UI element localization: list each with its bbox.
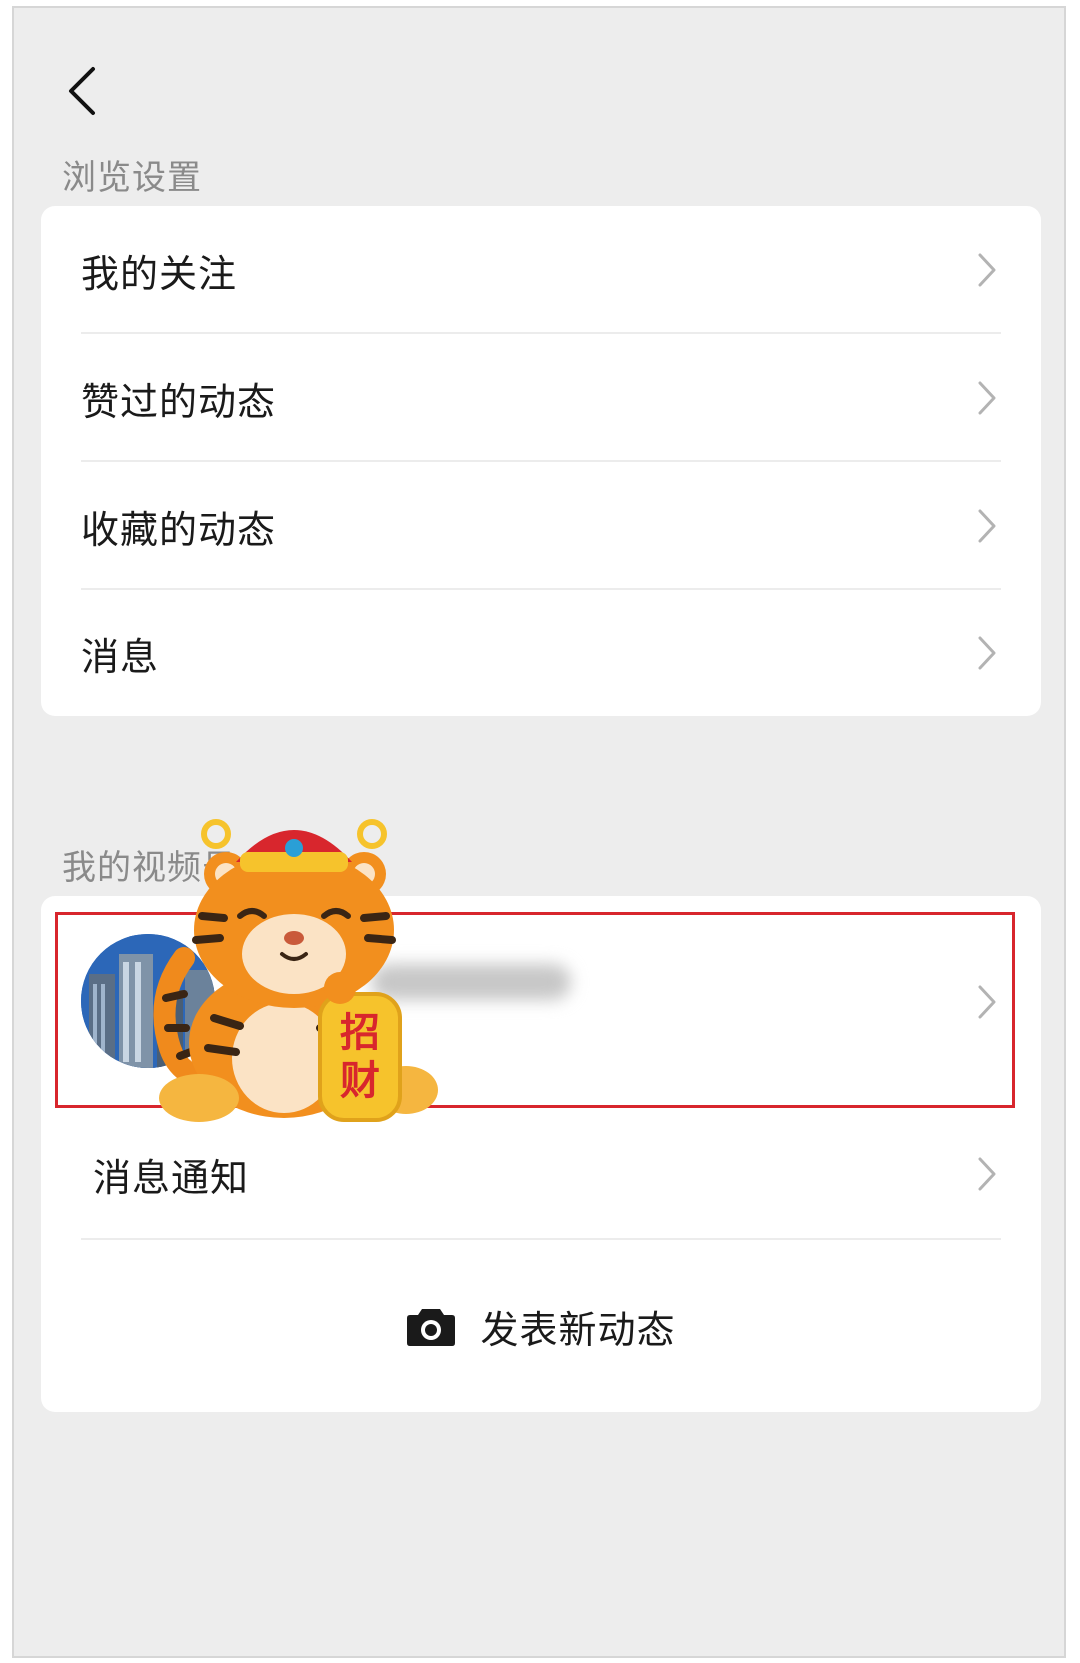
browse-settings-title: 浏览设置: [62, 158, 202, 198]
row-messages[interactable]: 消息: [41, 590, 1041, 716]
row-my-follows-label: 我的关注: [81, 251, 238, 296]
chevron-right-icon: [978, 1157, 996, 1191]
chevron-right-icon: [978, 985, 996, 1019]
row-messages-label: 消息: [81, 634, 160, 679]
settings-screen: 浏览设置 我的关注 赞过的动态 收藏的动态 消息 我的视频号 消息通知 发表新动…: [12, 6, 1066, 1658]
row-liked-posts-label: 赞过的动态: [81, 379, 277, 424]
row-saved-posts[interactable]: 收藏的动态: [41, 462, 1041, 590]
chevron-right-icon: [978, 381, 996, 415]
publish-new-post-label: 发表新动态: [480, 1307, 676, 1352]
row-liked-posts[interactable]: 赞过的动态: [41, 334, 1041, 462]
chevron-right-icon: [978, 509, 996, 543]
chevron-right-icon: [978, 253, 996, 287]
back-arrow-icon: [69, 67, 95, 115]
row-message-notify-label: 消息通知: [93, 1155, 250, 1200]
sticker-char-top: 招: [340, 1010, 380, 1056]
tiger-sticker: 招 财: [153, 819, 438, 1122]
chevron-right-icon: [978, 636, 996, 670]
publish-new-post-button[interactable]: 发表新动态: [41, 1240, 1041, 1412]
row-saved-posts-label: 收藏的动态: [81, 507, 277, 552]
browse-settings-card: 我的关注 赞过的动态 收藏的动态 消息: [41, 206, 1041, 716]
camera-icon: [407, 1309, 456, 1346]
row-my-follows[interactable]: 我的关注: [41, 206, 1041, 334]
back-button[interactable]: [52, 56, 112, 126]
sticker-char-bottom: 财: [340, 1058, 380, 1104]
